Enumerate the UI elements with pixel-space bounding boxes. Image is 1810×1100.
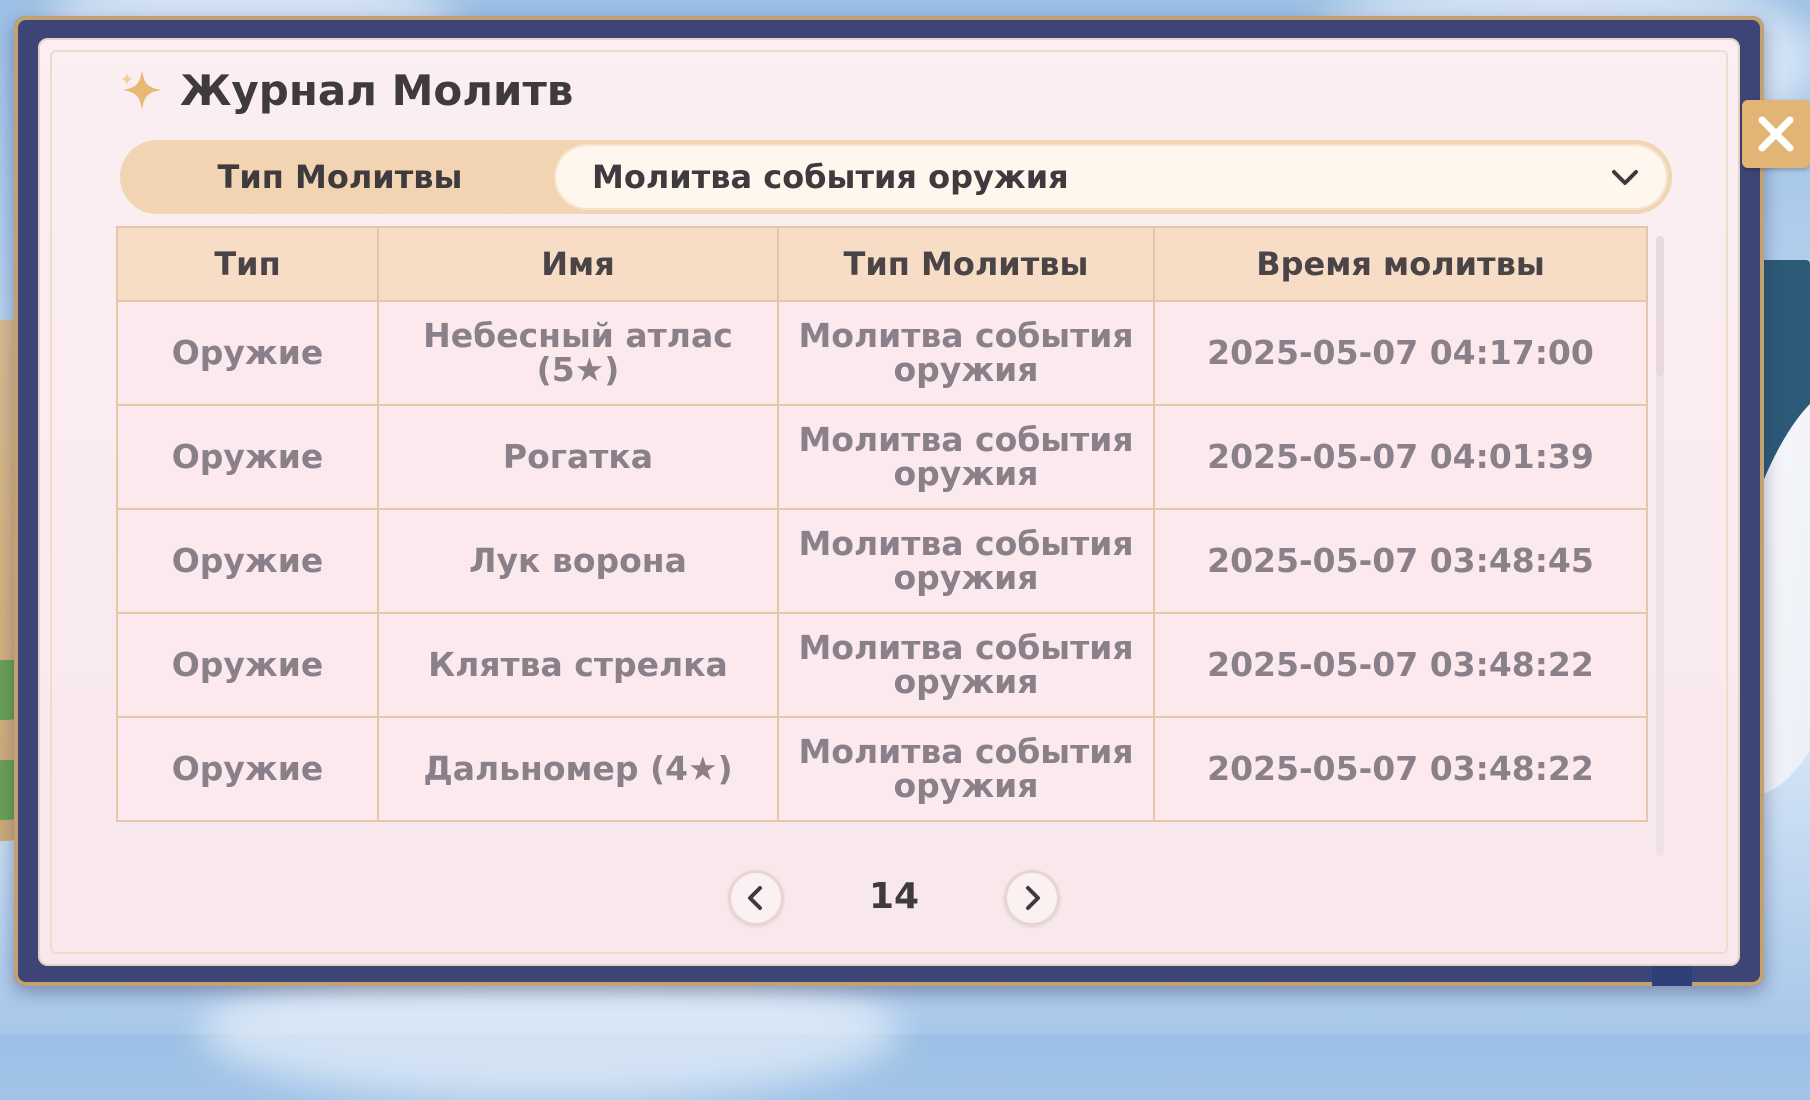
cell-wish-type: Молитва события оружия	[777, 300, 1155, 406]
wish-type-filter: Тип Молитвы Молитва события оружия	[120, 140, 1672, 214]
title-row: Журнал Молитв	[118, 60, 573, 120]
header-name: Имя	[377, 226, 779, 302]
page-number: 14	[868, 876, 920, 917]
table-scrollbar[interactable]	[1656, 236, 1664, 856]
table-row: Оружие Лук ворона Молитва события оружия…	[116, 508, 1648, 614]
sparkle-icon	[121, 70, 162, 110]
table-row: Оружие Небесный атлас (5★) Молитва событ…	[116, 300, 1648, 406]
cell-name: Лук ворона	[377, 508, 779, 614]
table-header-row: Тип Имя Тип Молитвы Время молитвы	[116, 226, 1648, 302]
cell-wish-type: Молитва события оружия	[777, 404, 1155, 510]
dropdown-selected-value: Молитва события оружия	[592, 158, 1069, 196]
cell-wish-type: Молитва события оружия	[777, 716, 1155, 822]
cell-time: 2025-05-07 03:48:22	[1153, 716, 1648, 822]
cell-name: Рогатка	[377, 404, 779, 510]
chevron-right-icon	[1026, 886, 1040, 910]
cell-wish-type: Молитва события оружия	[777, 508, 1155, 614]
page-title: Журнал Молитв	[180, 65, 574, 115]
cell-time: 2025-05-07 04:01:39	[1153, 404, 1648, 510]
cell-name: Небесный атлас (5★)	[377, 300, 779, 406]
pagination: 14	[728, 870, 1060, 930]
table-row: Оружие Дальномер (4★) Молитва события ор…	[116, 716, 1648, 822]
cell-type: Оружие	[116, 404, 379, 510]
cell-type: Оружие	[116, 612, 379, 718]
next-page-button[interactable]	[1004, 870, 1060, 926]
cell-time: 2025-05-07 03:48:22	[1153, 612, 1648, 718]
table-row: Оружие Клятва стрелка Молитва события ор…	[116, 612, 1648, 718]
cell-time: 2025-05-07 04:17:00	[1153, 300, 1648, 406]
cell-type: Оружие	[116, 508, 379, 614]
chevron-left-icon	[748, 886, 762, 910]
header-wish-time: Время молитвы	[1153, 226, 1648, 302]
cell-name: Клятва стрелка	[377, 612, 779, 718]
wish-history-table: Тип Имя Тип Молитвы Время молитвы Оружие…	[116, 226, 1648, 822]
close-button[interactable]	[1742, 100, 1810, 168]
cell-type: Оружие	[116, 300, 379, 406]
scrollbar-thumb[interactable]	[1656, 236, 1664, 376]
cell-wish-type: Молитва события оружия	[777, 612, 1155, 718]
wish-type-dropdown[interactable]: Молитва события оружия	[554, 144, 1668, 210]
filter-label: Тип Молитвы	[217, 158, 463, 196]
cell-name: Дальномер (4★)	[377, 716, 779, 822]
cell-type: Оружие	[116, 716, 379, 822]
cell-time: 2025-05-07 03:48:45	[1153, 508, 1648, 614]
previous-page-button[interactable]	[728, 870, 784, 926]
header-type: Тип	[116, 226, 379, 302]
header-wish-type: Тип Молитвы	[777, 226, 1155, 302]
close-icon	[1758, 116, 1794, 152]
chevron-down-icon	[1612, 170, 1638, 185]
table-row: Оружие Рогатка Молитва события оружия 20…	[116, 404, 1648, 510]
